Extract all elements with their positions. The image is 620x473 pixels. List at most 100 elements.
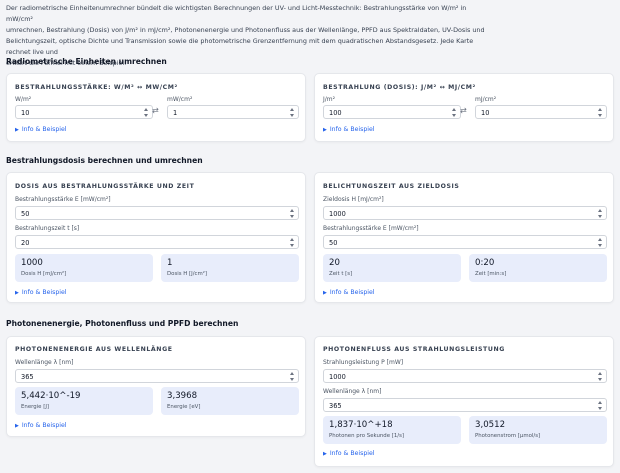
spinner-icon[interactable]	[597, 238, 603, 247]
spinner-icon[interactable]	[597, 209, 603, 218]
irradiance-input[interactable]	[329, 239, 589, 247]
result-value: 1	[167, 258, 173, 268]
card-dose-from-irradiance: Dosis aus Bestrahlungsstärke und Zeit Be…	[6, 172, 306, 303]
result-dose-j: 1 Dosis H [J/cm²]	[161, 254, 299, 282]
radiant-power-input-field[interactable]	[323, 369, 607, 383]
result-label: Photonen pro Sekunde [1/s]	[329, 433, 405, 439]
card-photon-flux: Photonenfluss aus Strahlungsleistung Str…	[314, 336, 614, 467]
field-label-exposure-time: Bestrahlungszeit t [s]	[15, 225, 80, 232]
spinner-icon[interactable]	[597, 108, 603, 117]
info-example-link[interactable]: ▶ Info & Beispiel	[323, 126, 375, 133]
section-title-photon: Photonenenergie, Photonenfluss und PPFD …	[6, 319, 239, 328]
field-label-target-dose: Zieldosis H [mJ/cm²]	[323, 196, 384, 203]
spinner-icon[interactable]	[451, 108, 457, 117]
wavelength-input-field[interactable]	[323, 398, 607, 412]
intro-line-3: Belichtungszeit, optische Dichte und Tra…	[6, 37, 474, 56]
spinner-icon[interactable]	[289, 108, 295, 117]
card-title: Bestrahlungsstärke: W/m² ↔ mW/cm²	[15, 84, 178, 91]
spinner-icon[interactable]	[597, 372, 603, 381]
mj-cm2-input-field[interactable]	[475, 105, 607, 119]
triangle-right-icon: ▶	[323, 290, 327, 296]
swap-arrows-icon: ⇄	[460, 106, 467, 115]
result-value: 3,0512	[475, 420, 506, 430]
j-m2-input[interactable]	[329, 109, 443, 117]
spinner-icon[interactable]	[597, 401, 603, 410]
result-label: Photonenstrom [µmol/s]	[475, 433, 541, 439]
field-label-radiant-power: Strahlungsleistung P [mW]	[323, 359, 404, 366]
intro-line-1: Der radiometrische Einheitenumrechner bü…	[6, 4, 467, 23]
card-photon-energy: Photonenenergie aus Wellenlänge Wellenlä…	[6, 336, 306, 437]
result-value: 5,442·10^-19	[21, 391, 81, 401]
info-example-link[interactable]: ▶ Info & Beispiel	[15, 289, 67, 296]
card-title: Photonenenergie aus Wellenlänge	[15, 346, 173, 353]
w-m2-input-field[interactable]	[15, 105, 153, 119]
card-exposure-time: Belichtungszeit aus Zieldosis Zieldosis …	[314, 172, 614, 303]
info-example-link[interactable]: ▶ Info & Beispiel	[323, 450, 375, 457]
card-title: Bestrahlung (Dosis): J/m² ↔ mJ/cm²	[323, 84, 476, 91]
result-dose-mj: 1000 Dosis H [mJ/cm²]	[15, 254, 153, 282]
info-example-link[interactable]: ▶ Info & Beispiel	[323, 289, 375, 296]
card-title: Dosis aus Bestrahlungsstärke und Zeit	[15, 183, 195, 190]
w-m2-input[interactable]	[21, 109, 135, 117]
spinner-icon[interactable]	[289, 238, 295, 247]
result-value: 1000	[21, 258, 43, 268]
target-dose-input-field[interactable]	[323, 206, 607, 220]
spinner-icon[interactable]	[289, 372, 295, 381]
irradiance-input[interactable]	[21, 210, 281, 218]
info-example-label: Info & Beispiel	[21, 126, 67, 133]
result-time-s: 20 Zeit t [s]	[323, 254, 461, 282]
info-example-label: Info & Beispiel	[21, 289, 67, 296]
field-label-irradiance: Bestrahlungsstärke E [mW/cm²]	[15, 196, 111, 203]
info-example-link[interactable]: ▶ Info & Beispiel	[15, 126, 67, 133]
mw-cm2-input[interactable]	[173, 109, 281, 117]
field-label-irradiance: Bestrahlungsstärke E [mW/cm²]	[323, 225, 419, 232]
triangle-right-icon: ▶	[15, 423, 19, 429]
result-time-min-s: 0:20 Zeit [min:s]	[469, 254, 607, 282]
irradiance-input-field[interactable]	[15, 206, 299, 220]
exposure-time-input-field[interactable]	[15, 235, 299, 249]
field-label-wavelength: Wellenlänge λ [nm]	[323, 388, 382, 395]
result-label: Energie [eV]	[167, 404, 201, 410]
section-title-dose: Bestrahlungsdosis berechnen und umrechne…	[6, 156, 203, 165]
result-label: Dosis H [mJ/cm²]	[21, 271, 67, 277]
result-label: Energie [J]	[21, 404, 50, 410]
result-label: Dosis H [J/cm²]	[167, 271, 208, 277]
result-value: 1,837·10^+18	[329, 420, 393, 430]
result-photons-per-second: 1,837·10^+18 Photonen pro Sekunde [1/s]	[323, 416, 461, 444]
target-dose-input[interactable]	[329, 210, 589, 218]
spinner-icon[interactable]	[143, 108, 149, 117]
card-title: Belichtungszeit aus Zieldosis	[323, 183, 460, 190]
field-label-w-m2: W/m²	[15, 96, 32, 103]
result-label: Zeit t [s]	[329, 271, 353, 277]
info-example-label: Info & Beispiel	[329, 289, 375, 296]
card-irradiance: Bestrahlungsstärke: W/m² ↔ mW/cm² W/m² ⇄…	[6, 73, 306, 142]
triangle-right-icon: ▶	[15, 127, 19, 133]
card-radiant-exposure: Bestrahlung (Dosis): J/m² ↔ mJ/cm² J/m² …	[314, 73, 614, 142]
section-title-radiometric: Radiometrische Einheiten umrechnen	[6, 57, 167, 66]
wavelength-input[interactable]	[329, 402, 589, 410]
field-label-mw-cm2: mW/cm²	[167, 96, 193, 103]
result-energy-j: 5,442·10^-19 Energie [J]	[15, 387, 153, 415]
triangle-right-icon: ▶	[323, 127, 327, 133]
exposure-time-input[interactable]	[21, 239, 281, 247]
irradiance-input-field[interactable]	[323, 235, 607, 249]
info-example-label: Info & Beispiel	[329, 126, 375, 133]
info-example-label: Info & Beispiel	[329, 450, 375, 457]
wavelength-input-field[interactable]	[15, 369, 299, 383]
info-example-label: Info & Beispiel	[21, 422, 67, 429]
wavelength-input[interactable]	[21, 373, 281, 381]
info-example-link[interactable]: ▶ Info & Beispiel	[15, 422, 67, 429]
result-photon-current: 3,0512 Photonenstrom [µmol/s]	[469, 416, 607, 444]
mw-cm2-input-field[interactable]	[167, 105, 299, 119]
card-title: Photonenfluss aus Strahlungsleistung	[323, 346, 505, 353]
swap-arrows-icon: ⇄	[152, 106, 159, 115]
result-label: Zeit [min:s]	[475, 271, 507, 277]
triangle-right-icon: ▶	[323, 451, 327, 457]
result-value: 0:20	[475, 258, 495, 268]
field-label-j-m2: J/m²	[323, 96, 336, 103]
radiant-power-input[interactable]	[329, 373, 589, 381]
mj-cm2-input[interactable]	[481, 109, 589, 117]
spinner-icon[interactable]	[289, 209, 295, 218]
j-m2-input-field[interactable]	[323, 105, 461, 119]
field-label-wavelength: Wellenlänge λ [nm]	[15, 359, 74, 366]
